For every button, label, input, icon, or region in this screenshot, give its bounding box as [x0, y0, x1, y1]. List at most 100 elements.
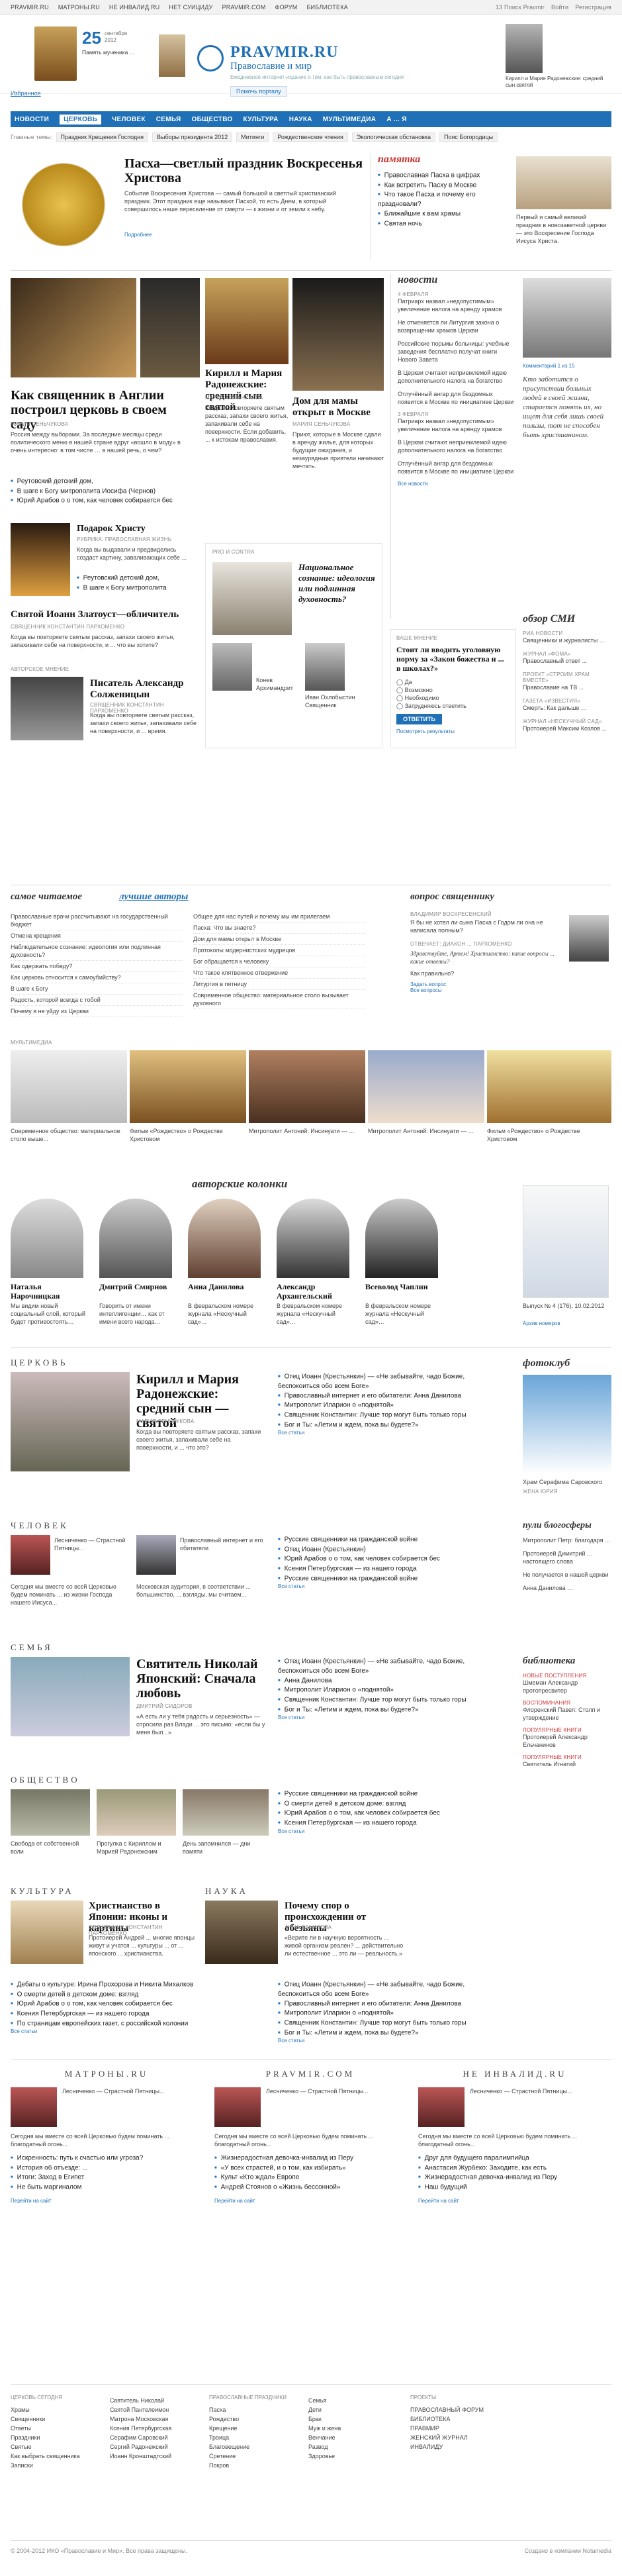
- partner-name[interactable]: МАТРОНЫ.RU: [11, 2069, 202, 2079]
- author-photo[interactable]: [523, 278, 611, 358]
- footer-link[interactable]: Ксения Петербургская: [110, 2424, 202, 2433]
- person-all-link[interactable]: Все статьи: [278, 1583, 490, 1589]
- partner-card[interactable]: Лесниченко — Страстной Пятницы...: [470, 2087, 602, 2127]
- footer-link[interactable]: БИБЛИОТЕКА: [410, 2414, 516, 2424]
- footer-link[interactable]: Как выбрать священника: [11, 2452, 103, 2461]
- lead-title[interactable]: Пасха—светлый праздник Воскресенья Христ…: [124, 156, 369, 185]
- footer-link[interactable]: Развод: [308, 2442, 401, 2452]
- pamyatka-item[interactable]: Православная Пасха в цифрах: [378, 171, 503, 181]
- most-read-item[interactable]: Православные врачи рассчитывают на госуд…: [11, 911, 183, 930]
- pamyatka-item[interactable]: Что такое Пасха и почему его праздновали…: [378, 190, 503, 209]
- aphorism-item[interactable]: Митрополит Петр: благодаря …: [523, 1536, 611, 1544]
- smi-item[interactable]: Протоиерей Максим Козлов ...: [523, 724, 611, 732]
- smi-source[interactable]: Журнал «Нескучный сад»: [523, 718, 611, 724]
- most-read-item[interactable]: Пасха: Что вы знаете?: [193, 922, 365, 934]
- society-all-link[interactable]: Все статьи: [278, 1828, 490, 1834]
- science-cat-label[interactable]: НАУКА: [205, 1886, 248, 1897]
- columnist-name[interactable]: Наталья Нарочницкая: [11, 1282, 90, 1301]
- footer-link[interactable]: Серафим Саровский: [110, 2433, 202, 2442]
- related-link[interactable]: Священник Константин: Лучше тор могут бы…: [278, 1695, 490, 1705]
- most-read-item[interactable]: Дом для мамы открыт в Москве: [193, 934, 365, 945]
- related-link[interactable]: Отец Иоанн (Крестьянкин): [278, 1545, 490, 1555]
- related-link[interactable]: Священник Константин: Лучше тор могут бы…: [278, 1411, 490, 1420]
- person-card[interactable]: Лесниченко — Страстной Пятницы...: [54, 1536, 127, 1552]
- person-card[interactable]: Православный интернет и его обитатели: [180, 1536, 266, 1552]
- topic-tag[interactable]: Рождественские чтения: [273, 132, 348, 142]
- topbar-link-matrony[interactable]: МАТРОНЫ.RU: [58, 4, 100, 11]
- podarok-author[interactable]: Рубрика: православная жизнь: [77, 536, 171, 542]
- footer-link[interactable]: Святые: [11, 2442, 103, 2452]
- newspaper-cover-image[interactable]: [523, 1185, 609, 1298]
- most-read-item[interactable]: Радость, которой всегда с тобой: [11, 995, 183, 1006]
- footer-link[interactable]: Семья: [308, 2396, 401, 2405]
- news-item[interactable]: В Церкви считают неприемлемой идею допол…: [398, 369, 516, 385]
- writer-photo[interactable]: [11, 677, 83, 740]
- partner-card-image[interactable]: [418, 2087, 465, 2127]
- family-all-link[interactable]: Все статьи: [278, 1714, 490, 1720]
- multimedia-caption[interactable]: Фильм «Рождество» о Рождестве Христовом: [487, 1127, 606, 1143]
- most-read-item[interactable]: Протоколы модернистских мудрецов: [193, 945, 365, 956]
- favorite-link[interactable]: Избранное: [11, 90, 41, 97]
- footer-link[interactable]: Здоровье: [308, 2452, 401, 2461]
- society-card-image[interactable]: [97, 1789, 176, 1836]
- partner-go-link[interactable]: Перейти на сайт: [418, 2198, 611, 2204]
- smi-source[interactable]: Газета «Известия»: [523, 698, 611, 704]
- related-link[interactable]: Русские священники на гражданской войне: [278, 1789, 490, 1799]
- person-card-image[interactable]: [136, 1535, 176, 1575]
- science-all-link[interactable]: Все статьи: [278, 2038, 490, 2044]
- nav-item-culture[interactable]: КУЛЬТУРА: [244, 116, 279, 123]
- multimedia-caption[interactable]: Современное общество: материальное столо…: [11, 1127, 123, 1143]
- topbar-link-netsuicidu[interactable]: НЕТ СУИЦИДУ: [169, 4, 212, 11]
- poll-submit-button[interactable]: ОТВЕТИТЬ: [396, 714, 442, 724]
- child-candle-image[interactable]: [11, 278, 136, 377]
- family-title[interactable]: Святитель Николай Японский: Сначала любо…: [136, 1657, 269, 1701]
- columnist-name[interactable]: Анна Данилова: [188, 1282, 267, 1291]
- nav-item-church[interactable]: ЦЕРКОВЬ: [60, 114, 102, 124]
- news-item[interactable]: Патриарх назвал «недопустимым» увеличени…: [398, 417, 516, 433]
- library-item[interactable]: Флоренский Павел: Столп и утверждение: [523, 1706, 611, 1722]
- columnist-name[interactable]: Александр Архангельский: [277, 1282, 356, 1301]
- society-card[interactable]: День запомнился — дни памяти: [183, 1840, 269, 1856]
- partner-link[interactable]: Наш будущий: [418, 2183, 611, 2193]
- library-item[interactable]: Шмеман Александр протопресвитер: [523, 1679, 611, 1695]
- lead-more-link[interactable]: Подробнее: [124, 232, 152, 238]
- easter-egg-image[interactable]: [11, 154, 116, 246]
- pamyatka-item[interactable]: Как встретить Пасху в Москве: [378, 181, 503, 191]
- related-link[interactable]: Митрополит Иларион о «поднятой»: [278, 1685, 490, 1695]
- person-card-image[interactable]: [11, 1535, 50, 1575]
- society-card[interactable]: Свобода от собственной воли: [11, 1840, 90, 1856]
- mid-second-author[interactable]: Мария Сеньчукова: [292, 421, 350, 427]
- pamyatka-item[interactable]: Ближайшие к вам храмы: [378, 209, 503, 219]
- related-link[interactable]: Юрий Арабов о о том, как человек собирае…: [278, 1808, 490, 1818]
- church-all-link[interactable]: Все статьи: [278, 1430, 490, 1436]
- partner-go-link[interactable]: Перейти на сайт: [11, 2198, 202, 2204]
- person2-name[interactable]: Иван Охлобыстин Священник: [305, 693, 378, 709]
- family-image[interactable]: [11, 1657, 130, 1736]
- columnist-photo[interactable]: [365, 1199, 438, 1278]
- footer-link[interactable]: Матрона Московская: [110, 2414, 202, 2424]
- answer-text[interactable]: Здравствуйте, Артем! Христианство: какие…: [410, 950, 562, 966]
- smi-item[interactable]: Православный ответ ...: [523, 657, 611, 665]
- footer-link[interactable]: Храмы: [11, 2405, 103, 2414]
- photoclub-image[interactable]: [523, 1375, 611, 1474]
- footer-link[interactable]: Пасха: [209, 2405, 302, 2414]
- nav-item-person[interactable]: ЧЕЛОВЕК: [112, 116, 146, 123]
- related-link[interactable]: Анна Данилова: [278, 1676, 490, 1686]
- pro-contra-title[interactable]: Национальное сознание: идеология или под…: [298, 562, 377, 605]
- most-read-item[interactable]: Бог обращается к человеку: [193, 956, 365, 967]
- saint-icon-image[interactable]: [34, 26, 77, 81]
- most-read-item[interactable]: Общее для нас путей и почему мы им приле…: [193, 911, 365, 922]
- footer-link[interactable]: Покров: [209, 2461, 302, 2470]
- zlatoust-title[interactable]: Святой Иоанн Златоуст—обличитель: [11, 609, 202, 620]
- family-cat-label[interactable]: СЕМЬЯ: [11, 1642, 53, 1653]
- photoclub-author[interactable]: Жена Юрия: [523, 1489, 558, 1495]
- footer-link[interactable]: Священники: [11, 2414, 103, 2424]
- related-link[interactable]: Дебаты о культуре: Ирина Прохорова и Ник…: [11, 1980, 196, 1990]
- footer-link[interactable]: Брак: [308, 2414, 401, 2424]
- priest-image[interactable]: [140, 278, 200, 377]
- footer-link[interactable]: Троица: [209, 2433, 302, 2442]
- family-author[interactable]: Дмитрий Сидоров: [136, 1703, 193, 1709]
- related-link[interactable]: Отец Иоанн (Крестьянкин) — «Не забывайте…: [278, 1372, 490, 1391]
- footer-link[interactable]: Иоанн Кронштадтский: [110, 2452, 202, 2461]
- patriarch-image[interactable]: [506, 24, 543, 73]
